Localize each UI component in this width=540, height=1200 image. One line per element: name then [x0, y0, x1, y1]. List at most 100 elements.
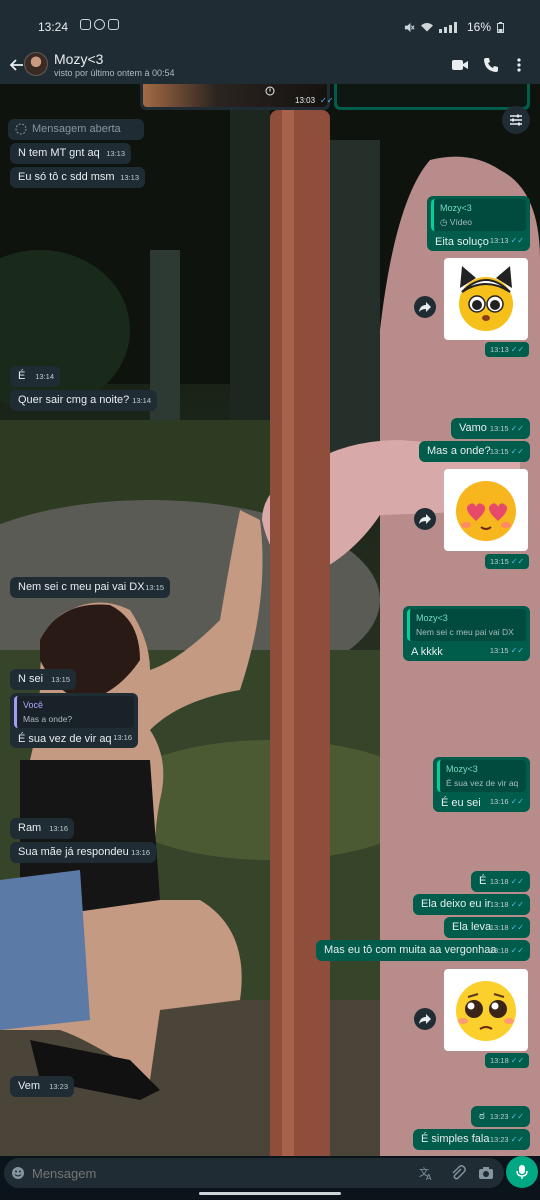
outgoing-message[interactable]: Mozy<3 Nem sei c meu pai vai DX A kkkk 1… [403, 606, 530, 661]
message-time: 13:16 [49, 824, 68, 833]
outgoing-message[interactable]: Mas a onde? 13:15 ✓✓ [419, 441, 530, 462]
message-text: É sua vez de vir aq [18, 733, 112, 745]
message-text: Ram [18, 822, 42, 834]
voice-message-button[interactable] [506, 1156, 538, 1188]
message-time: 13:16 [131, 848, 150, 857]
message-text: Sua mãe já respondeu [18, 846, 129, 858]
contact-name[interactable]: Mozy<3 [54, 51, 103, 67]
message-text: Eita soluço [435, 236, 489, 248]
camera-icon[interactable] [478, 1165, 494, 1181]
quote-text: Nem sei c meu pai vai DX [416, 627, 514, 637]
chat-header: Mozy<3 visto por último ontem à 00:54 [0, 46, 540, 84]
incoming-message[interactable]: N sei 13:15 [10, 669, 76, 690]
message-time: 13:15 ✓✓ [490, 422, 524, 436]
sticker-cat-emoji[interactable] [444, 258, 528, 340]
message-time: 13:18 ✓✓ [490, 944, 524, 958]
message-time: 13:03 [295, 96, 316, 105]
message-time: 13:18 ✓✓ [490, 898, 524, 912]
message-text: Nem sei c meu pai vai DX [18, 581, 145, 593]
incoming-message[interactable]: Ram 13:16 [10, 818, 74, 839]
message-input-box[interactable]: 文A [4, 1158, 504, 1188]
quoted-message[interactable]: Você Mas a onde? [14, 696, 134, 728]
quote-text: É sua vez de vir aq [446, 778, 519, 788]
incoming-message[interactable]: Nem sei c meu pai vai DX 13:15 [10, 577, 170, 598]
read-ticks-icon: ✓✓ [510, 1135, 524, 1144]
message-text: É [479, 875, 487, 887]
read-ticks-icon: ✓✓ [510, 424, 524, 433]
message-time: 13:23 ✓✓ [490, 1133, 524, 1147]
message-text: Mensagem aberta [32, 123, 121, 135]
forward-button[interactable] [414, 1008, 436, 1030]
outgoing-message[interactable]: É 13:18 ✓✓ [471, 871, 530, 892]
notification-icon [80, 19, 91, 30]
forward-button[interactable] [414, 296, 436, 318]
outgoing-message[interactable]: É simples fala 13:23 ✓✓ [413, 1129, 530, 1150]
video-call-icon[interactable] [450, 55, 470, 75]
system-status: 16% [404, 20, 504, 34]
previous-media-messages[interactable]: 13:03 ✓✓ [140, 84, 530, 110]
gesture-navigation-bar[interactable] [199, 1192, 341, 1195]
notification-icons [80, 19, 119, 30]
outgoing-message[interactable]: ಠ 13:23 ✓✓ [471, 1106, 530, 1127]
read-ticks-icon: ✓✓ [510, 236, 524, 245]
outgoing-message[interactable]: Mozy<3 É sua vez de vir aq É eu sei 13:1… [433, 757, 530, 812]
view-once-opened-icon [15, 123, 27, 135]
read-ticks-icon: ✓✓ [510, 557, 525, 566]
outgoing-message[interactable]: Ela leva 13:18 ✓✓ [444, 917, 530, 938]
quoted-message[interactable]: Mozy<3 É sua vez de vir aq [437, 760, 526, 792]
translate-icon[interactable]: 文A [418, 1165, 434, 1181]
incoming-message[interactable]: Eu só tô c sdd msm 13:13 [10, 167, 145, 188]
outgoing-message[interactable]: Ela deixo eu ir 13:18 ✓✓ [413, 894, 530, 915]
message-input[interactable] [32, 1164, 332, 1182]
message-text: Mas eu tô com muita aa vergonhaa [324, 944, 497, 956]
message-text: Ela deixo eu ir [421, 898, 491, 910]
outgoing-message[interactable]: Mas eu tô com muita aa vergonhaa 13:18 ✓✓ [316, 940, 530, 961]
message-time: 13:14 [35, 372, 54, 381]
quote-text: Mas a onde? [23, 714, 73, 724]
last-seen: visto por último ontem à 00:54 [54, 68, 175, 78]
outgoing-message[interactable]: Mozy<3 ◷ Vídeo Eita soluço 13:13 ✓✓ [427, 196, 530, 251]
avatar[interactable] [24, 52, 48, 76]
message-time: 13:16 ✓✓ [490, 795, 524, 809]
forward-button[interactable] [414, 508, 436, 530]
message-text: Ela leva [452, 921, 492, 933]
read-ticks-icon: ✓✓ [510, 345, 525, 354]
message-text: N tem MT gnt aq [18, 147, 100, 159]
incoming-message[interactable]: N tem MT gnt aq 13:13 [10, 143, 131, 164]
message-viewed-notice: Mensagem aberta [8, 119, 144, 140]
image-message[interactable]: 13:03 ✓✓ [140, 84, 334, 110]
wifi-icon [420, 22, 433, 31]
voice-call-icon[interactable] [481, 55, 501, 75]
view-once-icon [265, 86, 275, 96]
incoming-message[interactable]: Você Mas a onde? É sua vez de vir aq 13:… [10, 693, 138, 748]
incoming-message[interactable]: Sua mãe já respondeu 13:16 [10, 842, 156, 863]
incoming-message[interactable]: É 13:14 [10, 366, 60, 387]
sticker-heart-eyes[interactable] [444, 469, 528, 551]
image-message[interactable] [334, 84, 530, 110]
read-ticks-icon: ✓✓ [320, 96, 334, 105]
sticker-pleading-emoji[interactable] [444, 969, 528, 1051]
quote-author: Mozy<3 [446, 764, 478, 774]
emoji-icon[interactable] [11, 1166, 25, 1180]
status-bar: 13:24 16% [0, 0, 540, 46]
incoming-message[interactable]: Quer sair cmg a noite? 13:14 [10, 390, 157, 411]
quote-author: Mozy<3 [416, 613, 448, 623]
filter-settings-button[interactable] [502, 106, 530, 134]
quoted-message[interactable]: Mozy<3 Nem sei c meu pai vai DX [407, 609, 526, 641]
more-options-icon[interactable] [509, 55, 529, 75]
mute-icon [404, 22, 415, 32]
attach-icon[interactable] [450, 1165, 466, 1181]
quoted-message[interactable]: Mozy<3 ◷ Vídeo [431, 199, 526, 231]
incoming-message[interactable]: Vem 13:23 [10, 1076, 74, 1097]
read-ticks-icon: ✓✓ [510, 447, 524, 456]
message-text: ಠ [479, 1110, 485, 1122]
signal-icon [438, 21, 457, 33]
message-time: 13:15 [145, 583, 164, 592]
battery-percent: 16% [466, 20, 491, 34]
read-ticks-icon: ✓✓ [510, 797, 524, 806]
outgoing-message[interactable]: Vamo 13:15 ✓✓ [451, 418, 530, 439]
status-time: 13:24 [38, 20, 69, 34]
forward-icon [419, 302, 431, 312]
sticker-time: 13:18 ✓✓ [485, 1053, 530, 1068]
read-ticks-icon: ✓✓ [510, 923, 524, 932]
